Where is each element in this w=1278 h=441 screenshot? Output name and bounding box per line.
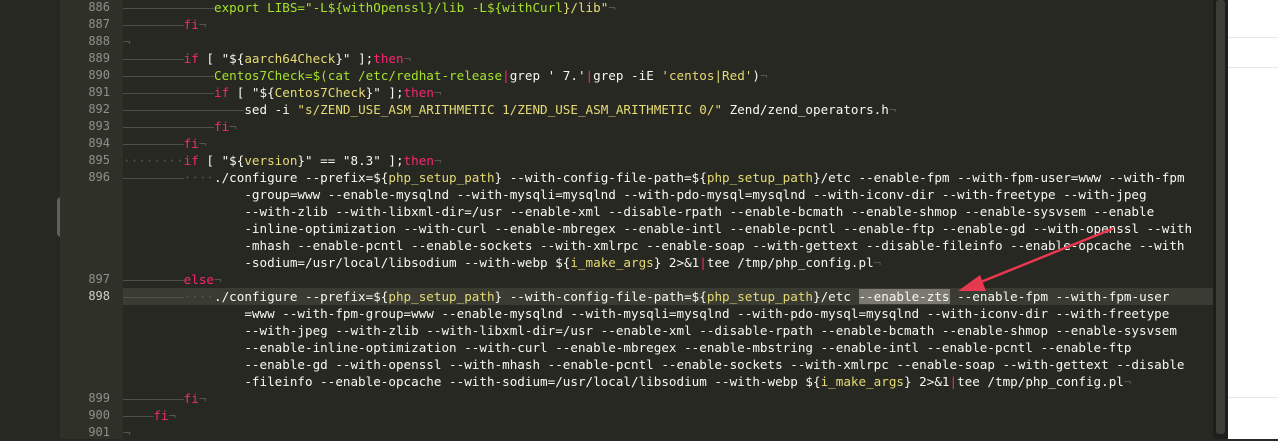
code-line[interactable]: ————————————Centos7Check=$(cat /etc/redh… bbox=[123, 67, 1213, 84]
line-number: 899 bbox=[88, 391, 110, 405]
code-line-wrap[interactable]: --with-jpeg --with-zlib --with-libxml-di… bbox=[123, 322, 1213, 339]
code-editor[interactable]: ————————————export LIBS="-L${withOpenssl… bbox=[123, 0, 1213, 439]
selected-text[interactable]: --enable-zts bbox=[858, 289, 950, 304]
code-line[interactable]: ————————····./configure --prefix=${php_s… bbox=[123, 169, 1213, 186]
code-line[interactable]: ————————————if [ "${Centos7Check}" ];the… bbox=[123, 84, 1213, 101]
line-number: 889 bbox=[88, 51, 110, 65]
code-line-wrap[interactable]: --enable-gd --with-openssl --with-mhash … bbox=[123, 356, 1213, 373]
code-line[interactable]: ¬ bbox=[123, 424, 1213, 439]
code-line[interactable]: ————————fi¬ bbox=[123, 390, 1213, 407]
scrollbar-thumb[interactable] bbox=[1216, 0, 1225, 434]
code-line-wrap[interactable]: -group=www --enable-mysqlnd --with-mysql… bbox=[123, 186, 1213, 203]
code-line[interactable]: ········if [ "${version}" == "8.3" ];the… bbox=[123, 152, 1213, 169]
line-number: 895 bbox=[88, 153, 110, 167]
code-line[interactable]: ————————else¬ bbox=[123, 271, 1213, 288]
code-line[interactable]: ————————fi¬ bbox=[123, 16, 1213, 33]
code-line-wrap[interactable]: -sodium=/usr/local/libsodium --with-webp… bbox=[123, 254, 1213, 271]
line-number: 897 bbox=[88, 272, 110, 286]
code-line-wrap[interactable]: --with-zlib --with-libxml-dir=/usr --ena… bbox=[123, 203, 1213, 220]
line-number: 898 bbox=[88, 289, 110, 303]
divider bbox=[1228, 397, 1278, 398]
line-number: 901 bbox=[88, 425, 110, 439]
line-number: 892 bbox=[88, 102, 110, 116]
divider bbox=[1228, 67, 1278, 68]
divider bbox=[1228, 37, 1278, 38]
line-number: 894 bbox=[88, 136, 110, 150]
line-number: 888 bbox=[88, 34, 110, 48]
code-line-wrap[interactable]: -fileinfo --enable-opcache --with-sodium… bbox=[123, 373, 1213, 390]
code-line-wrap[interactable]: =www --with-fpm-group=www --enable-mysql… bbox=[123, 305, 1213, 322]
code-line[interactable]: ————————fi¬ bbox=[123, 135, 1213, 152]
line-number: 896 bbox=[88, 170, 110, 184]
line-number: 886 bbox=[88, 0, 110, 14]
code-line-current[interactable]: ————————····./configure --prefix=${php_s… bbox=[123, 288, 1213, 305]
code-line-wrap[interactable]: -mhash --enable-pcntl --enable-sockets -… bbox=[123, 237, 1213, 254]
line-number: 890 bbox=[88, 68, 110, 82]
code-line[interactable]: ————————————fi¬ bbox=[123, 118, 1213, 135]
line-number: 893 bbox=[88, 119, 110, 133]
left-panel bbox=[0, 0, 60, 439]
line-number: 900 bbox=[88, 408, 110, 422]
code-line[interactable]: ————————if [ "${aarch64Check}" ];then¬ bbox=[123, 50, 1213, 67]
code-line[interactable]: ————————————export LIBS="-L${withOpenssl… bbox=[123, 0, 1213, 16]
code-line[interactable]: ¬ bbox=[123, 33, 1213, 50]
code-line-wrap[interactable]: --enable-inline-optimization --with-curl… bbox=[123, 339, 1213, 356]
code-line[interactable]: ————fi¬ bbox=[123, 407, 1213, 424]
right-side-panel bbox=[1228, 0, 1278, 439]
line-number: 891 bbox=[88, 85, 110, 99]
line-number: 887 bbox=[88, 17, 110, 31]
code-line[interactable]: ————————————————sed -i "s/ZEND_USE_ASM_A… bbox=[123, 101, 1213, 118]
code-line-wrap[interactable]: -inline-optimization --with-curl --enabl… bbox=[123, 220, 1213, 237]
